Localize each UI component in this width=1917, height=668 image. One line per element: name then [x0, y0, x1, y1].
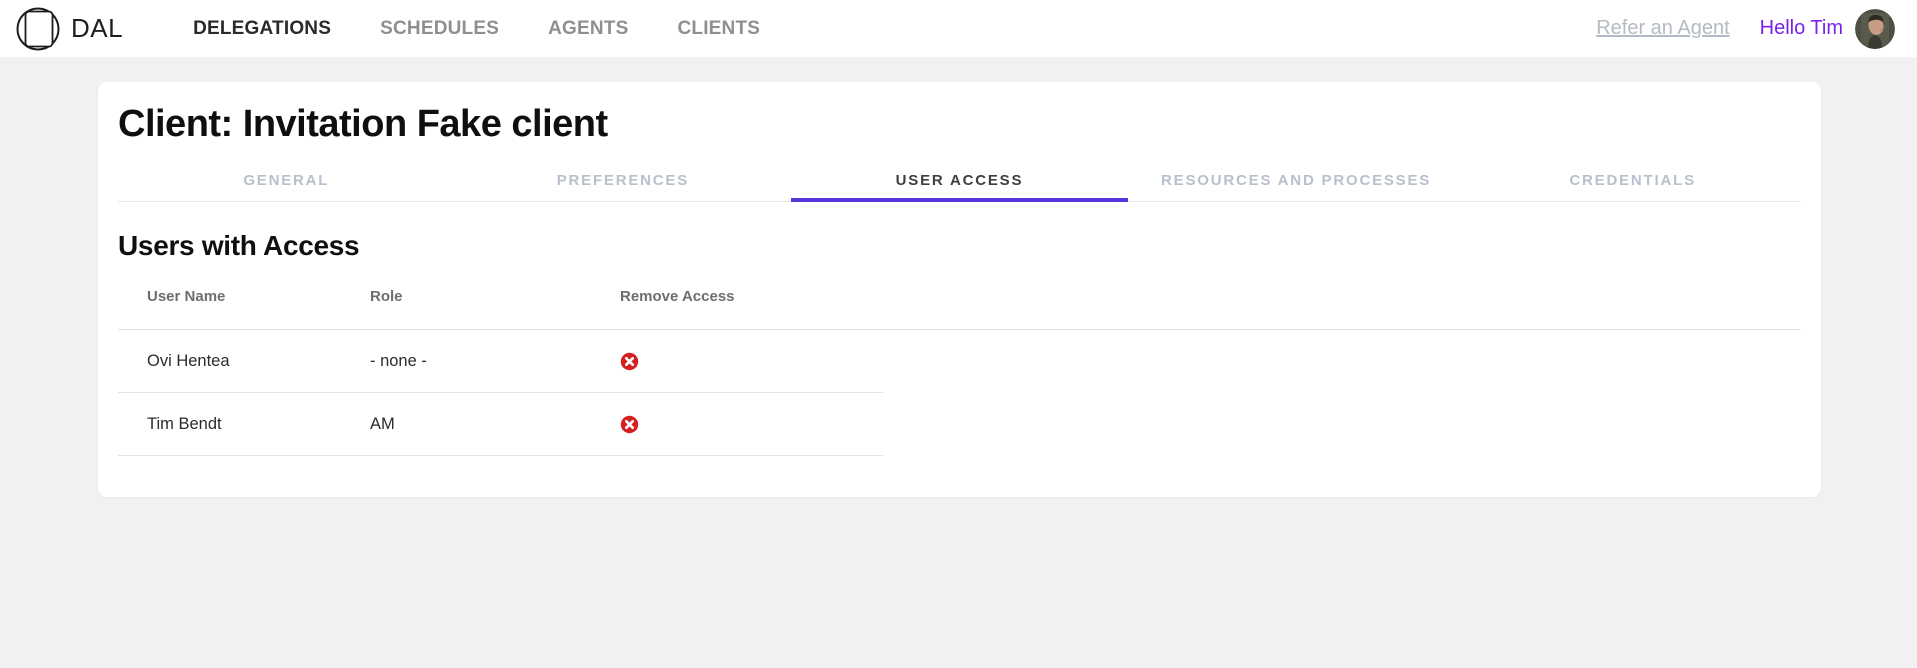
active-tab-underline [791, 198, 1128, 202]
nav-item-clients[interactable]: CLIENTS [677, 18, 760, 40]
cell-user-name: Ovi Hentea [118, 352, 370, 371]
nav-right: Refer an Agent Hello Tim [1596, 9, 1895, 49]
section-title: Users with Access [118, 228, 1801, 264]
user-avatar-photo[interactable] [1855, 9, 1895, 49]
page-title: Client: Invitation Fake client [118, 98, 1801, 150]
column-header-role: Role [370, 288, 620, 305]
top-nav: DAL DELEGATIONS SCHEDULES AGENTS CLIENTS… [0, 0, 1917, 57]
nav-item-schedules[interactable]: SCHEDULES [380, 18, 499, 40]
tab-preferences[interactable]: PREFERENCES [455, 160, 792, 201]
tab-credentials-label: CREDENTIALS [1569, 172, 1695, 189]
tab-user-access[interactable]: USER ACCESS [791, 160, 1128, 201]
table-row: Ovi Hentea - none - [118, 330, 883, 393]
cell-role: AM [370, 415, 620, 434]
tab-credentials[interactable]: CREDENTIALS [1464, 160, 1801, 201]
users-with-access-table: User Name Role Remove Access Ovi Hentea … [118, 264, 1801, 456]
tab-bar: GENERAL PREFERENCES USER ACCESS RESOURCE… [118, 160, 1801, 202]
brand[interactable]: DAL [16, 7, 123, 51]
circle-square-logo-icon [16, 7, 60, 51]
nav-item-delegations[interactable]: DELEGATIONS [193, 18, 331, 40]
tab-resources-label: RESOURCES AND PROCESSES [1161, 172, 1431, 189]
cell-remove-access [620, 415, 883, 434]
column-header-user-name: User Name [118, 288, 370, 305]
client-detail-card: Client: Invitation Fake client GENERAL P… [98, 82, 1821, 497]
remove-access-x-icon[interactable] [620, 352, 639, 371]
tab-user-access-label: USER ACCESS [896, 172, 1024, 189]
nav-item-agents[interactable]: AGENTS [548, 18, 628, 40]
tab-resources-and-processes[interactable]: RESOURCES AND PROCESSES [1128, 160, 1465, 201]
primary-nav: DELEGATIONS SCHEDULES AGENTS CLIENTS [193, 18, 760, 40]
brand-name: DAL [71, 13, 123, 44]
user-greeting: Hello Tim [1760, 17, 1843, 40]
cell-user-name: Tim Bendt [118, 415, 370, 434]
table-header-row: User Name Role Remove Access [118, 264, 1801, 330]
remove-access-x-icon[interactable] [620, 415, 639, 434]
column-header-remove-access: Remove Access [620, 288, 883, 305]
cell-role: - none - [370, 352, 620, 371]
tab-general[interactable]: GENERAL [118, 160, 455, 201]
tab-general-label: GENERAL [243, 172, 329, 189]
cell-remove-access [620, 352, 883, 371]
refer-an-agent-link[interactable]: Refer an Agent [1596, 17, 1729, 40]
tab-preferences-label: PREFERENCES [557, 172, 689, 189]
table-row: Tim Bendt AM [118, 393, 883, 456]
